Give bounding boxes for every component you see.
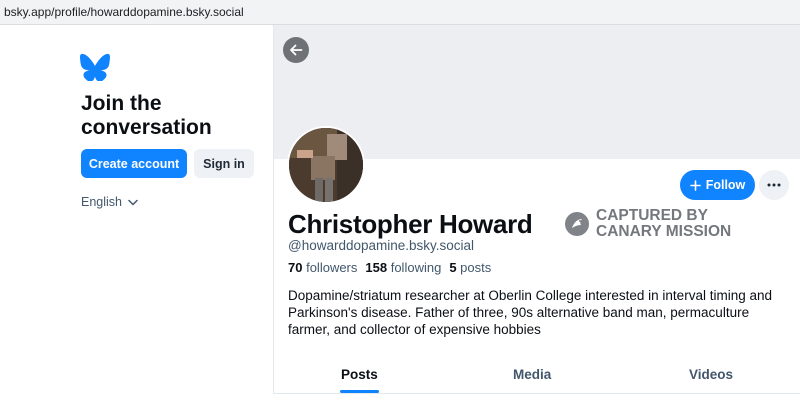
watermark-text: CAPTURED BY CANARY MISSION xyxy=(596,208,731,240)
followers-count: 70 xyxy=(288,260,303,275)
tab-videos[interactable]: Videos xyxy=(689,367,733,382)
follow-label: Follow xyxy=(705,178,746,192)
plus-icon xyxy=(689,179,701,191)
create-account-button[interactable]: Create account xyxy=(81,149,187,178)
language-label: English xyxy=(81,195,122,209)
sign-in-button[interactable]: Sign in xyxy=(194,149,254,178)
posts-label: posts xyxy=(460,260,492,275)
active-tab-indicator xyxy=(340,390,379,393)
profile-display-name: Christopher Howard xyxy=(288,209,533,239)
chevron-down-icon xyxy=(128,199,138,206)
browser-address-bar[interactable]: bsky.app/profile/howarddopamine.bsky.soc… xyxy=(0,0,800,25)
posts-count: 5 xyxy=(449,260,457,275)
left-sidebar: Join the conversation Create account Sig… xyxy=(0,25,273,394)
profile-bio: Dopamine/striatum researcher at Oberlin … xyxy=(288,288,772,337)
ellipsis-icon xyxy=(767,183,781,187)
tab-posts[interactable]: Posts xyxy=(341,367,378,382)
watermark: CAPTURED BY CANARY MISSION xyxy=(564,208,731,240)
watermark-line-2: CANARY MISSION xyxy=(596,223,732,240)
watermark-line-1: CAPTURED BY xyxy=(596,207,708,224)
following-link[interactable]: 158 following xyxy=(365,260,441,275)
join-heading: Join the conversation xyxy=(81,92,212,139)
url-text[interactable]: bsky.app/profile/howarddopamine.bsky.soc… xyxy=(4,5,244,19)
follow-button[interactable]: Follow xyxy=(680,170,755,200)
profile-stats: 70 followers 158 following 5 posts xyxy=(288,260,491,275)
profile-tabs: Posts Media Videos xyxy=(274,357,800,394)
avatar[interactable] xyxy=(287,126,365,204)
butterfly-icon[interactable] xyxy=(80,53,110,81)
canary-icon xyxy=(565,212,589,236)
back-button[interactable] xyxy=(283,37,309,63)
followers-link[interactable]: 70 followers xyxy=(288,260,357,275)
followers-label: followers xyxy=(306,260,358,275)
arrow-left-icon xyxy=(290,44,303,56)
posts-stat: 5 posts xyxy=(449,260,491,275)
profile-main: Follow Christopher Howard CAPTURED BY CA… xyxy=(274,25,800,394)
language-selector[interactable]: English xyxy=(81,195,138,209)
following-label: following xyxy=(390,260,442,275)
profile-handle: @howarddopamine.bsky.social xyxy=(288,238,475,253)
following-count: 158 xyxy=(365,260,388,275)
more-options-button[interactable] xyxy=(759,170,789,200)
avatar-photo xyxy=(289,128,363,202)
tab-media[interactable]: Media xyxy=(513,367,551,382)
